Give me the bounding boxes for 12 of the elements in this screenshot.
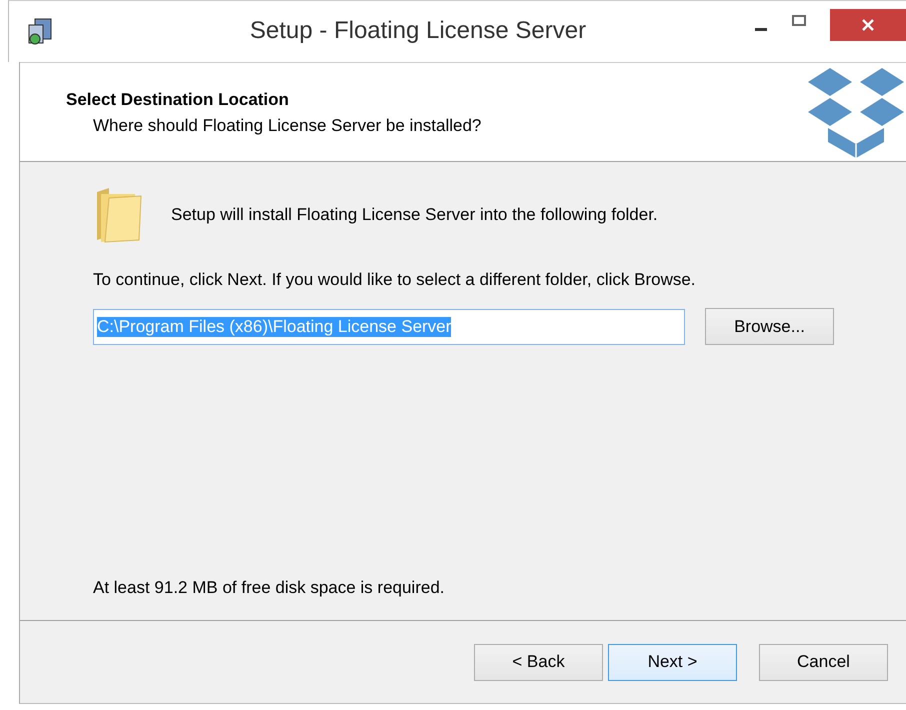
page-subtitle: Where should Floating License Server be installed? <box>92 116 482 136</box>
next-button[interactable]: Next > <box>608 644 737 680</box>
back-button[interactable]: < Back <box>474 644 603 680</box>
window-title: Setup - Floating License Server <box>248 17 588 45</box>
cancel-button[interactable]: Cancel <box>759 644 888 680</box>
intro-text: Setup will install Floating License Server into the following folder. <box>171 205 658 225</box>
disk-space-text: At least 91.2 MB of free disk space is required. <box>93 578 446 598</box>
close-button[interactable] <box>830 9 906 41</box>
close-icon <box>861 18 875 32</box>
instruction-text: To continue, click Next. If you would like to select a different folder, click Browse. <box>93 270 697 290</box>
page-title: Select Destination Location <box>66 90 290 110</box>
browse-button[interactable]: Browse... <box>705 308 834 345</box>
